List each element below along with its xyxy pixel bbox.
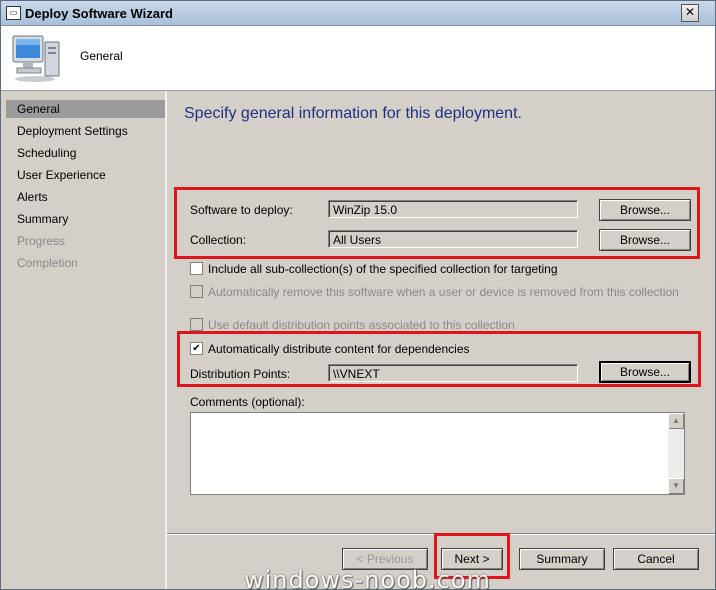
use-default-dp-label: Use default distribution points associat… bbox=[208, 318, 515, 332]
nav-item-scheduling[interactable]: Scheduling bbox=[6, 144, 165, 162]
window-title: Deploy Software Wizard bbox=[25, 6, 173, 21]
highlight-box-distribution bbox=[177, 331, 701, 387]
close-button[interactable]: ✕ bbox=[681, 4, 699, 22]
page-title: General bbox=[80, 49, 123, 63]
nav-item-alerts[interactable]: Alerts bbox=[6, 188, 165, 206]
comments-textarea[interactable]: ▲ ▼ bbox=[190, 412, 685, 495]
computer-icon bbox=[12, 35, 60, 82]
app-icon: ▭ bbox=[6, 6, 21, 20]
deploy-software-wizard-window: ▭ Deploy Software Wizard ✕ General Gener… bbox=[0, 0, 716, 590]
nav-item-deployment-settings[interactable]: Deployment Settings bbox=[6, 122, 165, 140]
scroll-up-icon[interactable]: ▲ bbox=[668, 413, 684, 429]
comments-scrollbar[interactable]: ▲ ▼ bbox=[668, 413, 684, 494]
highlight-box-general bbox=[174, 187, 700, 259]
nav-item-general[interactable]: General bbox=[6, 100, 165, 118]
watermark: windows-noob.com bbox=[244, 566, 491, 590]
nav-item-progress: Progress bbox=[17, 234, 66, 248]
nav-item-summary[interactable]: Summary bbox=[6, 210, 165, 228]
main-panel: Specify general information for this dep… bbox=[167, 91, 715, 589]
include-subcollections-label: Include all sub-collection(s) of the spe… bbox=[208, 262, 558, 276]
comments-label: Comments (optional): bbox=[190, 395, 305, 409]
include-subcollections-checkbox[interactable] bbox=[190, 262, 203, 275]
nav-item-completion: Completion bbox=[17, 256, 78, 270]
wizard-nav: General Deployment Settings Scheduling U… bbox=[1, 91, 167, 589]
auto-remove-label: Automatically remove this software when … bbox=[208, 285, 679, 299]
auto-remove-checkbox bbox=[190, 285, 203, 298]
wizard-header: General bbox=[1, 26, 715, 91]
cancel-button[interactable]: Cancel bbox=[613, 548, 699, 570]
page-heading: Specify general information for this dep… bbox=[184, 105, 522, 122]
title-bar[interactable]: ▭ Deploy Software Wizard ✕ bbox=[1, 1, 715, 26]
scroll-down-icon[interactable]: ▼ bbox=[668, 478, 684, 494]
summary-button[interactable]: Summary bbox=[519, 548, 605, 570]
nav-item-user-experience[interactable]: User Experience bbox=[6, 166, 165, 184]
use-default-dp-checkbox bbox=[190, 318, 203, 331]
